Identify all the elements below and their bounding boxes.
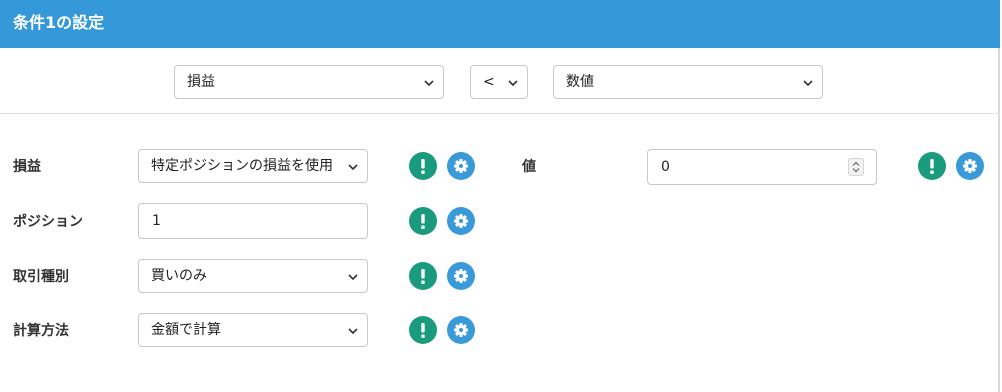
condition-row: 損益 < 数値 <box>0 48 1000 114</box>
condition-left-select-value: 損益 <box>187 74 215 90</box>
panel-header: 条件1の設定 <box>0 0 1000 48</box>
operator-select-value: < <box>483 74 495 90</box>
gear-icon[interactable] <box>447 207 475 235</box>
trade-type-label: 取引種別 <box>13 269 69 285</box>
chevron-down-icon <box>347 162 359 172</box>
condition-right-select[interactable]: 数値 <box>553 65 823 99</box>
profit-select-value: 特定ポジションの損益を使用 <box>151 158 333 174</box>
chevron-down-icon <box>347 272 359 282</box>
number-spinner[interactable] <box>848 158 864 176</box>
value-number-input-value: 0 <box>661 159 670 175</box>
condition-settings-panel: 条件1の設定 損益 < 数値 損益 特定ポジションの損益を使用 値 0 ポジショ… <box>0 0 1000 392</box>
calc-method-select-value: 金額で計算 <box>151 322 221 338</box>
exclamation-icon[interactable] <box>918 152 946 180</box>
position-input-value: 1 <box>152 213 161 229</box>
calc-method-select[interactable]: 金額で計算 <box>138 313 368 347</box>
value-label: 値 <box>522 159 536 175</box>
gear-icon[interactable] <box>447 262 475 290</box>
profit-select[interactable]: 特定ポジションの損益を使用 <box>138 149 368 183</box>
gear-icon[interactable] <box>447 316 475 344</box>
profit-label: 損益 <box>13 159 41 175</box>
chevron-down-icon <box>423 78 435 88</box>
exclamation-icon[interactable] <box>409 152 437 180</box>
position-label: ポジション <box>13 214 83 230</box>
gear-icon[interactable] <box>447 152 475 180</box>
trade-type-select-value: 買いのみ <box>151 268 207 284</box>
operator-select[interactable]: < <box>470 65 528 99</box>
chevron-down-icon <box>347 326 359 336</box>
exclamation-icon[interactable] <box>409 262 437 290</box>
condition-left-select[interactable]: 損益 <box>174 65 444 99</box>
condition-right-select-value: 数値 <box>566 74 594 90</box>
panel-title: 条件1の設定 <box>13 13 105 32</box>
gear-icon[interactable] <box>956 152 984 180</box>
position-input[interactable]: 1 <box>138 203 368 239</box>
chevron-down-icon <box>802 78 814 88</box>
exclamation-icon[interactable] <box>409 207 437 235</box>
chevron-down-icon <box>507 78 519 88</box>
exclamation-icon[interactable] <box>409 316 437 344</box>
calc-method-label: 計算方法 <box>13 323 69 339</box>
value-number-input[interactable]: 0 <box>647 149 877 185</box>
trade-type-select[interactable]: 買いのみ <box>138 259 368 293</box>
